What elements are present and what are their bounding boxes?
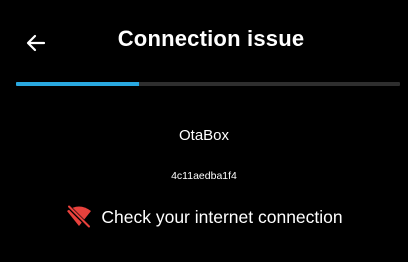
page-title: Connection issue <box>117 26 305 51</box>
device-id: 4c11aedba1f4 <box>171 170 237 182</box>
progress-bar <box>16 82 400 86</box>
connection-status: Check your internet connection <box>0 205 408 229</box>
progress-fill <box>16 82 139 86</box>
device-name: OtaBox <box>178 127 230 144</box>
wifi-off-icon <box>65 205 93 229</box>
status-message: Check your internet connection <box>101 206 343 227</box>
